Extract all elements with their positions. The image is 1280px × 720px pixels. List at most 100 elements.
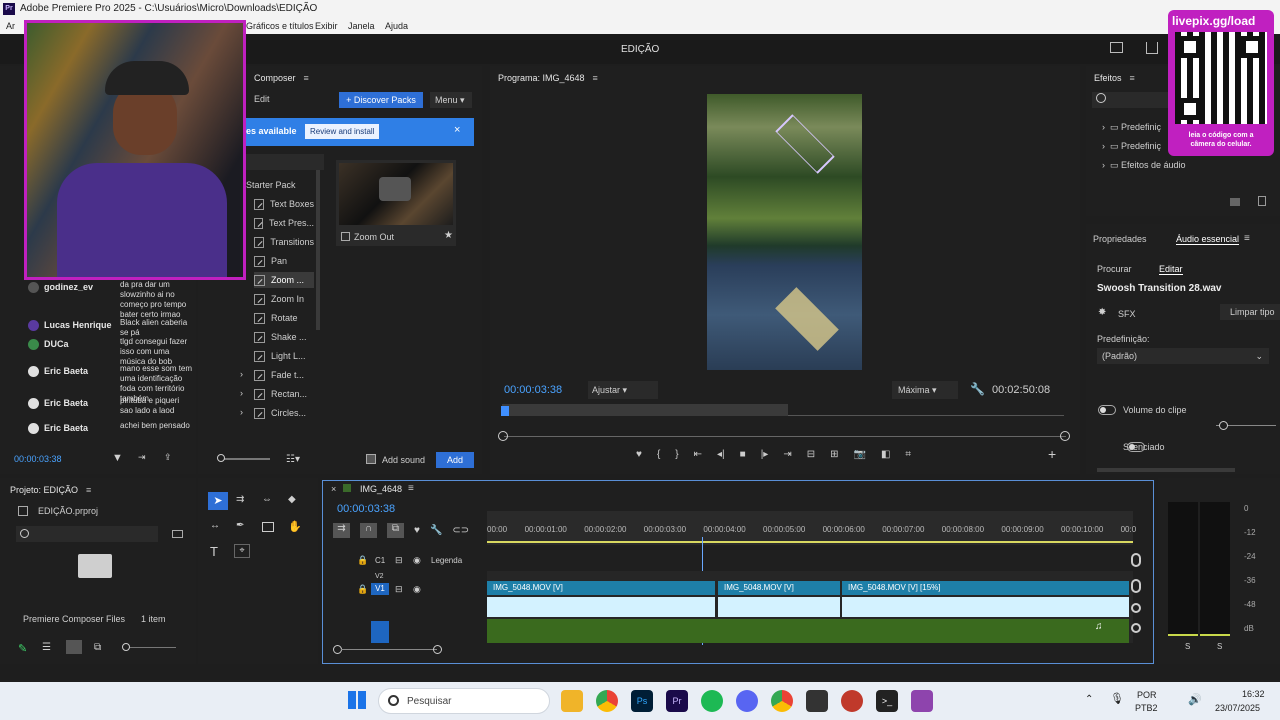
project-title[interactable]: Projeto: EDIÇÃO: [10, 485, 78, 495]
audio-clip[interactable]: [718, 597, 840, 617]
effects-title[interactable]: Efeitos: [1094, 73, 1122, 83]
composer-item[interactable]: › Fade t...: [240, 367, 314, 383]
composer-scrollbar[interactable]: [316, 170, 320, 330]
settings-wrench-icon[interactable]: 🔧: [430, 525, 442, 536]
new-bin-icon[interactable]: [1230, 198, 1240, 206]
composer-item[interactable]: Shake ...: [254, 329, 314, 345]
add-button-icon[interactable]: +: [1048, 446, 1056, 462]
video-clip[interactable]: IMG_5048.MOV [V] [15%]: [842, 581, 1129, 595]
spotify-icon[interactable]: [701, 690, 723, 712]
panel-menu-icon[interactable]: ≡: [304, 73, 309, 83]
pen-icon[interactable]: ✒: [236, 520, 244, 531]
icon-view-icon[interactable]: [66, 640, 82, 654]
composer-item[interactable]: Zoom ...: [254, 272, 314, 288]
view-list-icon[interactable]: ☷▾: [286, 454, 300, 465]
video-clip[interactable]: IMG_5048.MOV [V]: [718, 581, 840, 595]
caption-tool-icon[interactable]: ⌖: [234, 544, 250, 558]
favorite-star-icon[interactable]: ★: [444, 230, 453, 241]
share-icon[interactable]: [1146, 42, 1158, 54]
freeform-view-icon[interactable]: ⧉: [94, 642, 101, 653]
composer-title[interactable]: Composer: [254, 73, 296, 83]
step-back-icon[interactable]: ◂|: [717, 449, 725, 460]
composer-tab-edit[interactable]: Edit: [254, 94, 270, 104]
mark-in-icon[interactable]: {: [657, 449, 660, 460]
comparison-icon[interactable]: ◧: [881, 449, 890, 460]
review-install-button[interactable]: Review and install: [305, 124, 380, 139]
pack-title[interactable]: Starter Pack: [246, 180, 296, 190]
panel-menu-icon[interactable]: ≡: [408, 483, 414, 494]
razor-icon[interactable]: ◆: [288, 494, 296, 505]
eye-icon[interactable]: ◉: [413, 555, 421, 566]
thumb-check-icon[interactable]: [341, 232, 350, 241]
timeline-scroll-end[interactable]: [433, 645, 442, 654]
track-v1-label[interactable]: V1: [371, 583, 389, 595]
chrome-icon[interactable]: [596, 690, 618, 712]
overwrite-icon[interactable]: ⇪: [164, 452, 172, 463]
add-button[interactable]: Add: [436, 452, 474, 468]
photoshop-icon[interactable]: Ps: [631, 690, 653, 712]
hand-icon[interactable]: ✋: [288, 520, 302, 533]
composer-item[interactable]: Text Pres...: [254, 215, 314, 231]
tab-properties[interactable]: Propriedades: [1093, 234, 1147, 244]
captions-track-icon[interactable]: ⊟: [395, 555, 403, 566]
composer-menu-button[interactable]: Menu ▾: [430, 92, 472, 108]
eye-icon[interactable]: ◉: [413, 584, 421, 595]
type-tool-icon[interactable]: T: [210, 544, 218, 559]
composer-item[interactable]: Zoom In: [254, 291, 314, 307]
taskbar-lang2[interactable]: PTB2: [1135, 703, 1158, 713]
vertical-zoom-handle[interactable]: [1131, 553, 1141, 567]
preset-dropdown[interactable]: (Padrão) ⌄: [1097, 348, 1269, 364]
project-zoom-knob[interactable]: [122, 643, 130, 651]
captions-icon[interactable]: ⊂⊃: [452, 525, 469, 536]
taskbar-time[interactable]: 16:32: [1242, 689, 1265, 699]
insert-icon[interactable]: ⇥: [138, 452, 146, 463]
vertical-zoom-handle[interactable]: [1131, 603, 1141, 613]
delete-icon[interactable]: [1258, 196, 1266, 206]
extract-icon[interactable]: ⊞: [830, 449, 838, 460]
panel-menu-icon[interactable]: ≡: [1130, 73, 1135, 83]
video-clip[interactable]: IMG_5048.MOV [V]: [487, 581, 715, 595]
composer-item[interactable]: › Rectan...: [240, 386, 314, 402]
composer-item[interactable]: › Circles...: [240, 405, 314, 421]
zoom-bar-start-handle[interactable]: [498, 431, 508, 441]
panel-menu-icon[interactable]: ≡: [1244, 233, 1250, 244]
file-explorer-icon[interactable]: [561, 690, 583, 712]
composer-item[interactable]: ›Transitions: [240, 234, 314, 250]
menu-graphics[interactable]: Gráficos e títulos: [246, 21, 314, 31]
program-zoom-bar[interactable]: [504, 436, 1066, 437]
vertical-zoom-handle[interactable]: [1131, 623, 1141, 633]
expand-chevron-icon[interactable]: ›: [240, 407, 243, 417]
fit-dropdown[interactable]: Ajustar ▾: [588, 381, 658, 399]
zoom-slider-knob[interactable]: [217, 454, 225, 462]
playhead-marker[interactable]: [501, 406, 509, 416]
terminal-icon[interactable]: >_: [876, 690, 898, 712]
browser-icon[interactable]: [771, 690, 793, 712]
tab-edit-preset[interactable]: Procurar: [1097, 264, 1132, 274]
source-timecode[interactable]: 00:00:03:38: [14, 454, 62, 464]
menu-help[interactable]: Ajuda: [385, 21, 408, 31]
menu-view[interactable]: Exibir: [315, 21, 338, 31]
folder-icon[interactable]: [78, 554, 112, 578]
selection-tool-icon[interactable]: ➤: [208, 492, 228, 510]
lock-icon[interactable]: 🔒: [357, 584, 368, 595]
quick-export-icon[interactable]: [1110, 42, 1123, 53]
zoom-slider[interactable]: [220, 458, 270, 460]
menu-window[interactable]: Janela: [348, 21, 375, 31]
app-icon[interactable]: [841, 690, 863, 712]
panel-menu-icon[interactable]: ≡: [86, 485, 91, 495]
composer-item[interactable]: Rotate: [254, 310, 314, 326]
tray-chevron-icon[interactable]: ⌃: [1085, 694, 1093, 705]
close-tab-icon[interactable]: ×: [331, 484, 336, 494]
speaker-icon[interactable]: 🔊: [1188, 693, 1202, 706]
add-marker-icon[interactable]: ♥: [414, 525, 420, 536]
volume-slider-knob[interactable]: [1219, 421, 1228, 430]
audio-clip[interactable]: [842, 597, 1129, 617]
list-view-icon[interactable]: ☰: [42, 642, 51, 653]
music-track[interactable]: [487, 619, 1129, 643]
panel-menu-icon[interactable]: ≡: [593, 73, 598, 83]
pack-search[interactable]: [246, 154, 324, 170]
slip-icon[interactable]: ↔: [210, 520, 220, 531]
windows-start-icon[interactable]: [348, 691, 366, 709]
filter-icon[interactable]: ▼: [112, 452, 123, 464]
tab-edit-2[interactable]: Editar: [1159, 264, 1183, 275]
